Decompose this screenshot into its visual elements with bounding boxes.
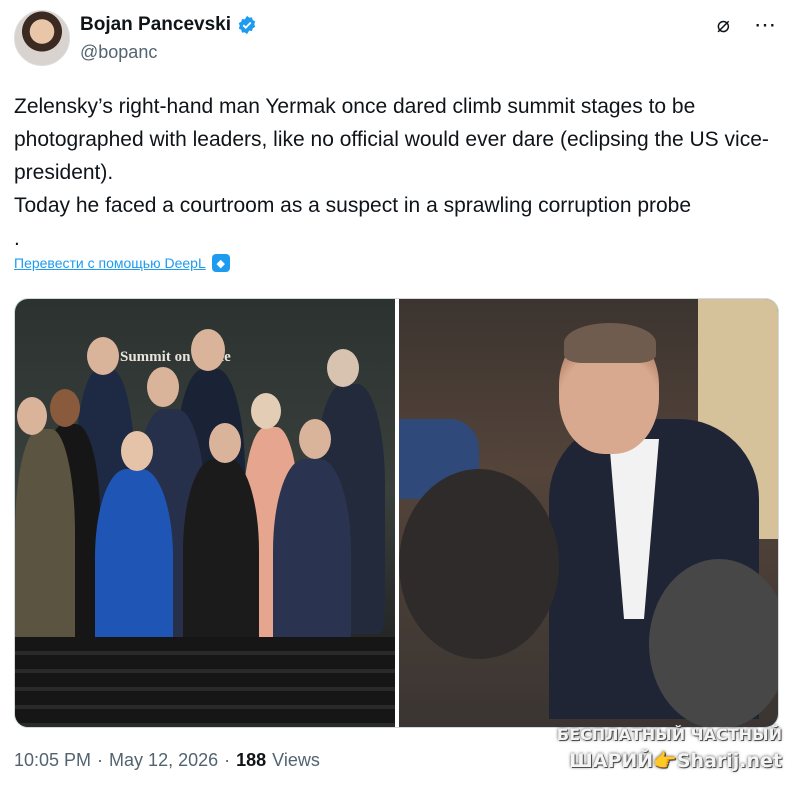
author-handle[interactable]: @bopanc <box>80 42 157 63</box>
summit-group-photo[interactable]: Summit on Peace <box>15 299 395 727</box>
watermark-line: БЕСПЛАТНЫЙ ЧАСТНЫЙ <box>556 725 782 744</box>
author-name[interactable]: Bojan Pancevski <box>80 14 231 36</box>
stage-steps <box>15 637 395 727</box>
courtroom-photo[interactable] <box>399 299 778 727</box>
foreground-head <box>399 469 559 659</box>
watermark: БЕСПЛАТНЫЙ ЧАСТНЫЙ ШАРИЙ👉Sharij.net <box>557 722 782 774</box>
avatar[interactable] <box>14 10 70 66</box>
views-label: Views <box>272 750 320 770</box>
more-icon[interactable]: ⋯ <box>754 12 776 38</box>
views-count: 188 <box>236 750 267 770</box>
figure-head <box>209 423 241 463</box>
watermark-line: ШАРИЙ👉Sharij.net <box>569 750 782 772</box>
meta-separator: · <box>97 750 104 770</box>
figure-head <box>299 419 331 459</box>
tweet-line: . <box>14 227 20 250</box>
tweet-card: Bojan Pancevski @bopanc ⌀ ⋯ Zelensky’s r… <box>0 0 800 793</box>
tweet-text: Zelensky’s right-hand man Yermak once da… <box>14 90 789 255</box>
figure-head <box>251 393 281 429</box>
deepl-icon: ◆ <box>211 254 230 272</box>
tweet-meta: 10:05 PM · May 12, 2026 · 188 Views <box>14 750 320 771</box>
figure-head <box>17 397 47 435</box>
suspect-hair <box>564 323 656 363</box>
header-actions: ⌀ ⋯ <box>717 12 776 38</box>
meta-separator: · <box>224 750 231 770</box>
foreground-head <box>649 559 778 727</box>
verified-badge-icon <box>238 15 256 35</box>
tweet-date[interactable]: May 12, 2026 <box>109 750 218 771</box>
grok-icon[interactable]: ⌀ <box>717 12 730 38</box>
author-name-row: Bojan Pancevski <box>80 14 257 36</box>
tweet-time[interactable]: 10:05 PM <box>14 750 91 771</box>
tweet-line: Today he faced a courtroom as a suspect … <box>14 194 692 217</box>
figure-head <box>121 431 153 471</box>
translate-link[interactable]: Перевести с помощью DeepL ◆ <box>14 254 230 272</box>
tweet-line: Zelensky’s right-hand man Yermak once da… <box>14 95 769 184</box>
figure-head <box>50 389 80 427</box>
figure-head <box>147 367 179 407</box>
figure-head <box>191 329 225 371</box>
translate-label: Перевести с помощью DeepL <box>14 255 206 271</box>
figure-head <box>327 349 359 387</box>
figure-head <box>87 337 119 375</box>
media-grid: Summit on Peace <box>14 298 779 728</box>
